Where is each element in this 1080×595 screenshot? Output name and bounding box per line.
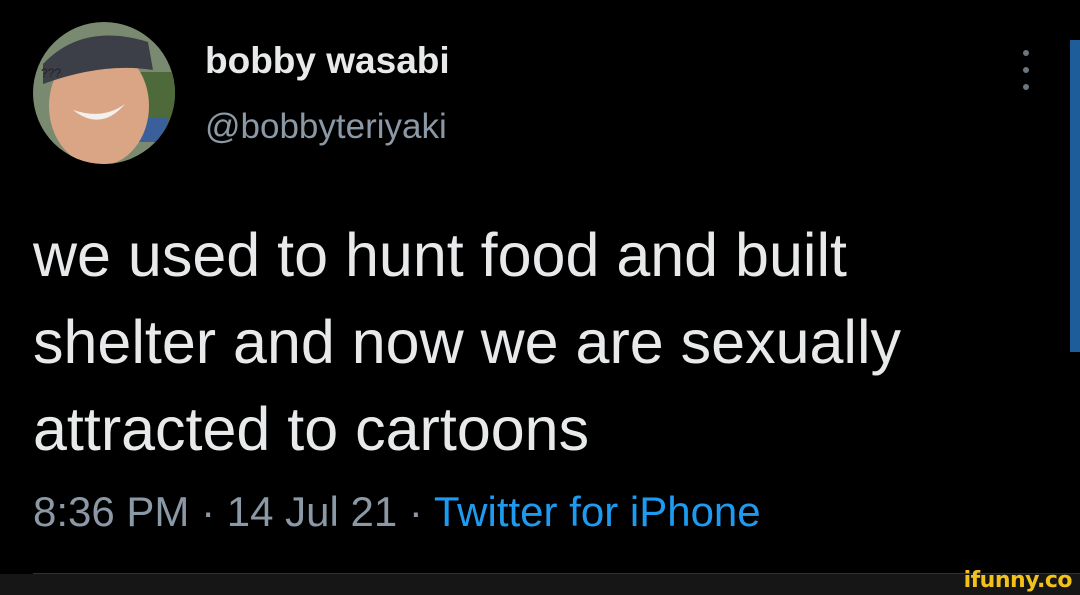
avatar-caption: ???: [41, 66, 61, 80]
more-options-icon[interactable]: [1014, 50, 1038, 90]
tweet-time[interactable]: 8:36 PM: [33, 488, 189, 535]
bottom-strip: [0, 574, 1080, 595]
ifunny-watermark: ifunny.co: [963, 568, 1073, 593]
tweet-date[interactable]: 14 Jul 21: [227, 488, 397, 535]
separator-dot: ·: [201, 488, 216, 535]
scrollbar-accent: [1070, 40, 1080, 352]
display-name[interactable]: bobby wasabi: [205, 40, 450, 82]
tweet-source-link[interactable]: Twitter for iPhone: [434, 488, 761, 535]
separator-dot: ·: [408, 488, 423, 535]
avatar-photo: ???: [33, 22, 175, 164]
tweet-text: we used to hunt food and built shelter a…: [33, 221, 902, 463]
avatar[interactable]: ???: [33, 22, 175, 164]
tweet-metadata: 8:36 PM · 14 Jul 21 · Twitter for iPhone: [33, 487, 761, 537]
username-handle[interactable]: @bobbyteriyaki: [205, 107, 447, 147]
